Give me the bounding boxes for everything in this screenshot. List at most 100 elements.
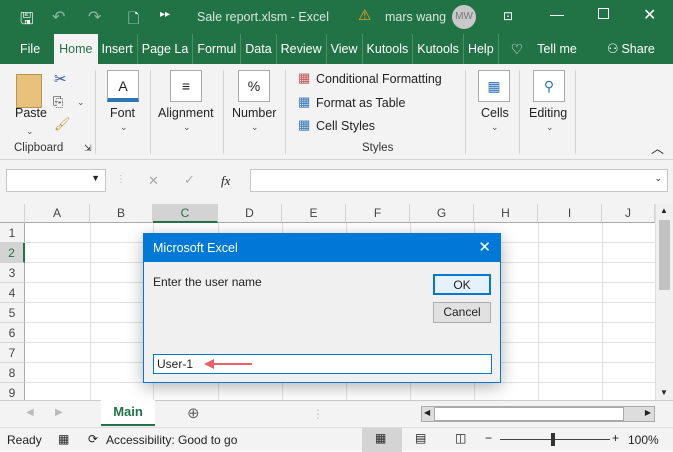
scrollbar-thumb[interactable] <box>434 407 624 421</box>
alignment-button[interactable]: Alignment <box>158 106 214 120</box>
insert-function-button[interactable]: fx <box>221 173 230 189</box>
cells-icon[interactable]: ▦ <box>478 70 510 102</box>
dialog-launcher-icon[interactable]: ⇲ <box>84 143 92 154</box>
zoom-slider-thumb[interactable] <box>551 433 555 446</box>
number-icon[interactable]: % <box>238 70 270 102</box>
tab-insert[interactable]: Insert <box>98 34 138 64</box>
scroll-left-icon[interactable]: ◀ <box>424 408 430 417</box>
tab-home[interactable]: Home <box>54 34 98 64</box>
avatar[interactable]: MW <box>452 5 476 29</box>
zoom-level[interactable]: 100% <box>628 433 659 447</box>
ribbon-display-icon[interactable]: ⊡ <box>503 9 513 23</box>
zoom-out-icon[interactable]: − <box>485 431 492 445</box>
row-header[interactable]: 1 <box>0 223 25 243</box>
macro-icon[interactable]: ▦ <box>58 432 69 446</box>
share-button[interactable]: Share <box>621 42 654 56</box>
more-commands-icon[interactable]: ▸▸ <box>160 9 170 20</box>
paste-icon[interactable] <box>16 74 42 108</box>
redo-icon[interactable]: ↷ <box>88 7 101 27</box>
scroll-up-icon[interactable]: ▲ <box>660 206 668 215</box>
row-header[interactable]: 7 <box>0 343 25 363</box>
copy-icon[interactable]: ⎘ <box>53 94 63 110</box>
close-icon[interactable]: ✕ <box>478 234 491 262</box>
tab-review[interactable]: Review <box>277 34 327 64</box>
font-button[interactable]: Font <box>110 106 135 120</box>
cancel-button[interactable]: Cancel <box>433 302 491 323</box>
tab-view[interactable]: View <box>327 34 363 64</box>
column-header-e[interactable]: E <box>282 204 346 223</box>
scroll-right-icon[interactable]: ▶ <box>645 408 651 417</box>
maximize-icon[interactable] <box>598 8 609 19</box>
user-name[interactable]: mars wang <box>385 10 446 24</box>
normal-view-button[interactable]: ▦ <box>362 428 402 452</box>
font-icon[interactable]: A <box>107 70 139 102</box>
undo-icon[interactable]: ↶ <box>52 7 65 27</box>
find-icon[interactable]: ⚲ <box>533 70 565 102</box>
accessibility-status[interactable]: Accessibility: Good to go <box>106 433 237 447</box>
next-sheet-icon[interactable]: ▶ <box>55 407 63 418</box>
name-box[interactable]: ▼ <box>6 169 106 192</box>
splitter-icon: ⋮ <box>116 174 126 185</box>
share-icon[interactable]: ⚇ <box>607 41 619 57</box>
zoom-in-icon[interactable]: + <box>612 431 619 445</box>
zoom-slider[interactable] <box>500 439 610 440</box>
add-sheet-icon[interactable]: ⊕ <box>187 404 200 422</box>
row-header[interactable]: 6 <box>0 323 25 343</box>
row-header[interactable]: 2 <box>0 243 25 263</box>
row-header[interactable]: 4 <box>0 283 25 303</box>
format-painter-icon[interactable]: 🖌 <box>54 116 71 132</box>
column-header-g[interactable]: G <box>410 204 474 223</box>
collapse-ribbon-icon[interactable]: ︿ <box>651 138 664 157</box>
sheet-tab-main[interactable]: Main <box>101 400 155 426</box>
scrollbar-thumb[interactable] <box>659 220 670 290</box>
scroll-down-icon[interactable]: ▼ <box>660 388 668 397</box>
row-header[interactable]: 5 <box>0 303 25 323</box>
paste-chevron-icon[interactable]: ⌄ <box>26 126 34 137</box>
column-header-c[interactable]: C <box>153 204 218 223</box>
formula-input[interactable]: ⌄ <box>250 169 668 192</box>
confirm-entry-icon[interactable]: ✓ <box>184 172 195 188</box>
cut-icon[interactable]: ✂ <box>54 70 67 88</box>
vertical-scrollbar[interactable]: ▲ ▼ <box>655 204 673 400</box>
tab-data[interactable]: Data <box>241 34 277 64</box>
tab-kutools[interactable]: Kutools <box>363 34 414 64</box>
tab-file[interactable]: File <box>0 34 54 64</box>
cell-styles-button[interactable]: Cell Styles <box>316 119 375 133</box>
alignment-icon[interactable]: ≡ <box>170 70 202 102</box>
tab-kutools-plus[interactable]: Kutools <box>413 34 464 64</box>
column-header-b[interactable]: B <box>90 204 153 223</box>
tab-help[interactable]: Help <box>464 34 499 64</box>
conditional-formatting-button[interactable]: Conditional Formatting <box>316 72 442 86</box>
column-header-f[interactable]: F <box>346 204 410 223</box>
new-file-icon[interactable]: 🗋 <box>128 8 139 32</box>
number-button[interactable]: Number <box>232 106 276 120</box>
minimize-icon[interactable]: — <box>550 6 564 22</box>
page-break-view-icon[interactable]: ◫ <box>455 431 466 445</box>
save-icon[interactable]: 🖫 <box>20 8 34 35</box>
row-header[interactable]: 8 <box>0 363 25 383</box>
close-icon[interactable]: ✕ <box>643 5 656 25</box>
column-header-a[interactable]: A <box>25 204 90 223</box>
column-header-j[interactable]: J <box>602 204 655 223</box>
editing-button[interactable]: Editing <box>529 106 567 120</box>
horizontal-scrollbar[interactable]: ◀ ▶ <box>421 406 655 422</box>
tell-me-search[interactable]: Tell me <box>537 42 577 56</box>
column-header-d[interactable]: D <box>218 204 282 223</box>
format-as-table-button[interactable]: Format as Table <box>316 96 405 110</box>
warning-icon[interactable]: ⚠ <box>358 6 371 24</box>
select-all-button[interactable] <box>0 204 25 223</box>
tab-formulas[interactable]: Formul <box>193 34 242 64</box>
previous-sheet-icon[interactable]: ◀ <box>26 407 34 418</box>
copy-chevron-icon[interactable]: ⌄ <box>77 97 85 108</box>
ok-button[interactable]: OK <box>433 274 491 295</box>
page-layout-view-icon[interactable]: ▤ <box>415 431 426 445</box>
column-header-h[interactable]: H <box>474 204 538 223</box>
column-header-i[interactable]: I <box>538 204 602 223</box>
formula-bar: ▼ ⋮ ✕ ✓ fx ⌄ <box>0 160 673 204</box>
row-header[interactable]: 3 <box>0 263 25 283</box>
cells-button[interactable]: Cells <box>481 106 509 120</box>
ready-status: Ready <box>7 433 42 447</box>
paste-button[interactable]: Paste <box>15 106 47 120</box>
cancel-entry-icon[interactable]: ✕ <box>148 173 159 189</box>
tab-page-layout[interactable]: Page La <box>138 34 194 64</box>
